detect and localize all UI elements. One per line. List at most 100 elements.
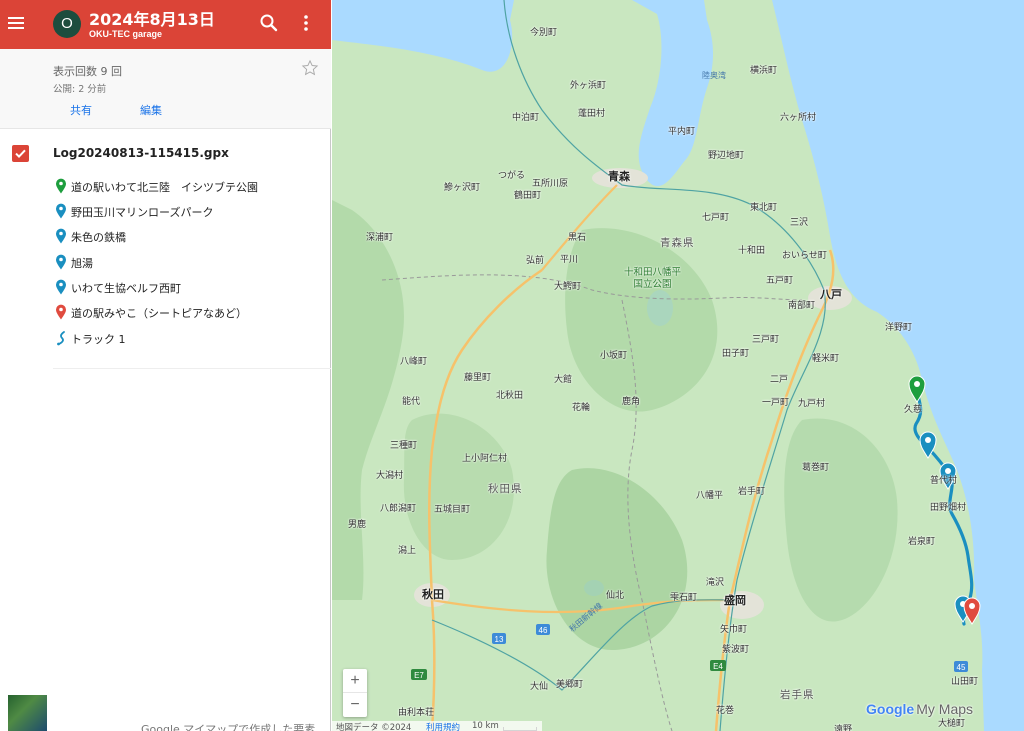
place-label: 青森 bbox=[608, 170, 630, 183]
view-count: 表示回数 9 回 bbox=[53, 65, 122, 78]
search-icon[interactable] bbox=[258, 12, 280, 34]
place-label: おいらせ町 bbox=[782, 251, 827, 261]
route-label: 13 bbox=[495, 635, 504, 644]
menu-icon[interactable] bbox=[6, 12, 26, 36]
place-label: 田子町 bbox=[722, 349, 750, 359]
feature-item[interactable]: いわて生協ベルフ西町 bbox=[53, 277, 323, 297]
map-base: 13 46 45 E7 E4 bbox=[332, 0, 984, 731]
attribution-text: 地図データ ©2024 bbox=[336, 723, 412, 731]
place-label: 花巻 bbox=[716, 706, 735, 716]
place-label: 八幡平 bbox=[696, 491, 724, 501]
place-label: 秋田 bbox=[422, 588, 444, 601]
place-label: 六ヶ所村 bbox=[780, 113, 817, 123]
place-label: 仙北 bbox=[606, 591, 625, 601]
place-label: 深浦町 bbox=[366, 233, 394, 243]
feature-label: いわて生協ベルフ西町 bbox=[71, 282, 181, 295]
place-label: 二戸 bbox=[770, 375, 789, 385]
feature-item[interactable]: 野田玉川マリンローズパーク bbox=[53, 201, 323, 221]
logo-google: Google bbox=[866, 701, 915, 717]
avatar[interactable]: O bbox=[53, 10, 81, 38]
blue-marker-icon bbox=[56, 279, 66, 295]
place-label: 美郷町 bbox=[556, 680, 584, 690]
blue-marker-icon bbox=[56, 203, 66, 219]
place-label: 三種町 bbox=[390, 441, 418, 451]
place-label: 岩手町 bbox=[738, 487, 766, 497]
place-label: 滝沢 bbox=[706, 578, 725, 588]
place-label: 十和田八幡平 国立公園 bbox=[624, 267, 682, 290]
place-label: 蓬田村 bbox=[578, 109, 606, 119]
place-label: 五城目町 bbox=[434, 505, 471, 515]
place-label: 藤里町 bbox=[464, 373, 492, 383]
feature-item[interactable]: 朱色の鉄橋 bbox=[53, 226, 323, 246]
feature-item[interactable]: 道の駅みやこ（シートピアなあど） bbox=[53, 302, 323, 322]
place-label: 花輪 bbox=[572, 403, 591, 413]
feature-item[interactable]: 道の駅いわて北三陸 イシツブテ公園 bbox=[53, 176, 323, 196]
terms-link[interactable]: 利用規約 bbox=[426, 721, 460, 731]
place-label: 南部町 bbox=[788, 301, 816, 311]
place-label: 久慈 bbox=[904, 405, 923, 415]
place-label: 鶴田町 bbox=[514, 191, 542, 201]
route-label: E4 bbox=[713, 662, 723, 671]
place-label: 黒石 bbox=[568, 233, 587, 243]
map-info-section: 表示回数 9 回 公開: 2 分前 共有 編集 bbox=[0, 49, 331, 129]
footer-text: Google マイマップで作成した要素 bbox=[141, 723, 316, 731]
place-label: 九戸村 bbox=[798, 399, 826, 409]
share-button[interactable]: 共有 bbox=[70, 102, 92, 118]
feature-label: 道の駅みやこ（シートピアなあど） bbox=[71, 307, 247, 320]
green-marker-icon bbox=[56, 178, 66, 194]
zoom-in-button[interactable]: + bbox=[343, 669, 367, 693]
place-label: 五戸町 bbox=[766, 276, 794, 286]
place-label: 矢巾町 bbox=[720, 625, 748, 635]
place-label: 東北町 bbox=[750, 203, 778, 213]
route-label: 46 bbox=[539, 626, 548, 635]
place-label: 男鹿 bbox=[348, 520, 367, 530]
place-label: 潟上 bbox=[398, 546, 417, 556]
place-label: 平内町 bbox=[668, 127, 696, 137]
place-label: 八峰町 bbox=[400, 357, 428, 367]
place-label: 由利本荘 bbox=[398, 708, 435, 718]
place-label: 八戸 bbox=[820, 288, 842, 301]
route-label: 45 bbox=[957, 663, 966, 672]
place-label: 盛岡 bbox=[724, 594, 746, 607]
star-icon[interactable] bbox=[301, 59, 319, 77]
google-my-maps-logo: Google My Maps bbox=[866, 701, 973, 717]
map-title: 2024年8月13日 bbox=[89, 10, 215, 29]
place-label: つがる bbox=[498, 171, 526, 181]
published-time: 公開: 2 分前 bbox=[53, 84, 107, 95]
scale-label: 10 km bbox=[472, 721, 499, 731]
track-line-icon bbox=[57, 331, 65, 346]
feature-item[interactable]: 旭湯 bbox=[53, 252, 323, 272]
panel-header: O 2024年8月13日 OKU-TEC garage bbox=[0, 0, 331, 49]
map-owner: OKU-TEC garage bbox=[89, 29, 163, 39]
route-label: E7 bbox=[414, 671, 424, 680]
place-label: 野辺地町 bbox=[708, 151, 745, 161]
place-label: 弘前 bbox=[526, 256, 545, 266]
feature-label: 野田玉川マリンローズパーク bbox=[71, 206, 214, 219]
zoom-out-button[interactable]: − bbox=[343, 693, 367, 717]
divider bbox=[53, 368, 331, 369]
place-label: 岩泉町 bbox=[908, 537, 936, 547]
map-canvas[interactable]: 13 46 45 E7 E4 今別町 外ヶ浜町 蓬田村 中泊町 つがる 五所川原… bbox=[332, 0, 1024, 731]
more-options-icon[interactable] bbox=[298, 12, 314, 34]
feature-item[interactable]: トラック 1 bbox=[53, 328, 323, 348]
map-thumbnail[interactable] bbox=[8, 695, 47, 731]
place-label: 今別町 bbox=[530, 28, 558, 38]
layer-name[interactable]: Log20240813-115415.gpx bbox=[53, 146, 229, 160]
place-label: 軽米町 bbox=[812, 354, 840, 364]
place-label: 鰺ヶ沢町 bbox=[444, 183, 481, 193]
place-label: 上小阿仁村 bbox=[462, 454, 508, 464]
layer-checkbox[interactable] bbox=[12, 145, 29, 162]
blue-marker-icon bbox=[56, 228, 66, 244]
place-label: 北秋田 bbox=[496, 391, 524, 401]
place-label: 田野畑村 bbox=[930, 503, 967, 513]
place-label: 葛巻町 bbox=[802, 463, 830, 473]
place-label: 普代村 bbox=[930, 476, 958, 486]
place-label: 三沢 bbox=[790, 218, 809, 228]
place-label: 洋野町 bbox=[885, 323, 913, 333]
place-label: 雫石町 bbox=[670, 593, 698, 603]
edit-button[interactable]: 編集 bbox=[140, 102, 162, 118]
place-label: 八郎潟町 bbox=[380, 504, 417, 514]
place-label: 紫波町 bbox=[722, 645, 750, 655]
place-label: 三戸町 bbox=[752, 335, 780, 345]
place-label: 大潟村 bbox=[376, 471, 404, 481]
